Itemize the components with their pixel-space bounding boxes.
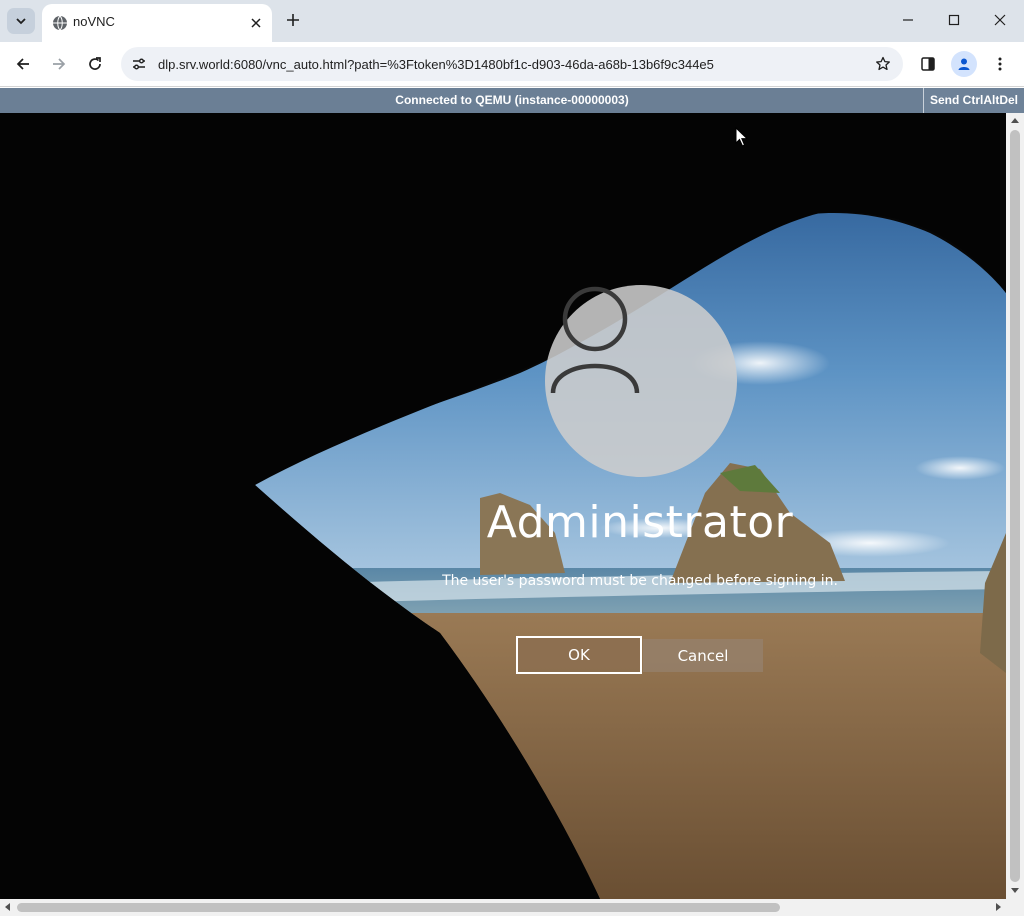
new-tab-plus-icon[interactable]: [282, 9, 304, 31]
back-arrow-icon[interactable]: [9, 50, 37, 78]
maximize-icon[interactable]: [931, 0, 977, 40]
tab-close-icon[interactable]: [247, 14, 265, 32]
scroll-left-arrow-icon[interactable]: [5, 903, 10, 911]
forward-arrow-icon[interactable]: [45, 50, 73, 78]
ok-button[interactable]: OK: [516, 636, 642, 674]
novnc-status-bar: Connected to QEMU (instance-00000003) Se…: [0, 88, 1024, 113]
site-info-icon[interactable]: [129, 54, 149, 74]
tab-strip: noVNC: [0, 0, 1024, 42]
login-username: Administrator: [486, 497, 794, 548]
more-menu-icon[interactable]: [987, 51, 1013, 77]
address-bar[interactable]: dlp.srv.world:6080/vnc_auto.html?path=%3…: [121, 47, 903, 81]
browser-toolbar: dlp.srv.world:6080/vnc_auto.html?path=%3…: [0, 42, 1024, 87]
window-close-icon[interactable]: [977, 0, 1023, 40]
send-ctrl-alt-del-button[interactable]: Send CtrlAltDel: [923, 88, 1024, 113]
password-change-message: The user's password must be changed befo…: [442, 573, 838, 589]
minimize-icon[interactable]: [885, 0, 931, 40]
horizontal-scrollbar-thumb[interactable]: [17, 903, 780, 912]
globe-icon: [52, 15, 68, 31]
url-text[interactable]: dlp.srv.world:6080/vnc_auto.html?path=%3…: [158, 57, 714, 72]
tab-title: noVNC: [73, 14, 115, 29]
remote-desktop-canvas[interactable]: Administrator The user's password must b…: [0, 113, 1006, 899]
mouse-pointer-icon: [735, 126, 749, 147]
reload-icon[interactable]: [81, 50, 109, 78]
tab-novnc[interactable]: noVNC: [42, 4, 272, 42]
side-panel-icon[interactable]: [915, 51, 941, 77]
cancel-button[interactable]: Cancel: [643, 639, 763, 672]
scroll-down-arrow-icon[interactable]: [1011, 888, 1019, 893]
vertical-scrollbar[interactable]: [1006, 113, 1024, 899]
bookmark-star-icon[interactable]: [873, 54, 893, 74]
tab-search-chevron-down-icon[interactable]: [7, 8, 35, 34]
scroll-right-arrow-icon[interactable]: [996, 903, 1001, 911]
horizontal-scrollbar[interactable]: [0, 899, 1024, 916]
vertical-scrollbar-thumb[interactable]: [1010, 130, 1020, 882]
profile-avatar-icon[interactable]: [951, 51, 977, 77]
scroll-up-arrow-icon[interactable]: [1011, 118, 1019, 123]
user-avatar-icon: [545, 285, 737, 477]
connection-status: Connected to QEMU (instance-00000003): [395, 93, 629, 107]
